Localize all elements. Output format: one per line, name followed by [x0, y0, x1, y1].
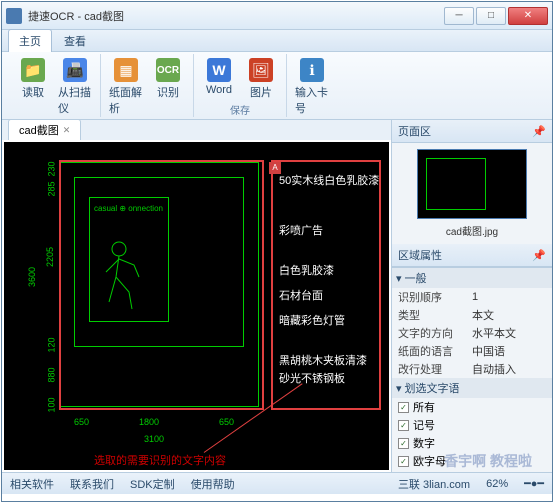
dim-h0: 650: [74, 417, 89, 427]
properties-grid: ▾一般 识别顺序1 类型本文 文字的方向水平本文 纸面的语言中国语 改行处理自动…: [392, 267, 552, 472]
check-row: ✓所有: [392, 398, 552, 416]
image-button[interactable]: 🖼图片: [242, 56, 280, 102]
ocr-icon: OCR: [156, 58, 180, 82]
checkbox[interactable]: ✓: [398, 420, 409, 431]
right-panel: 页面区 📌 cad截图.jpg 区域属性 📌 ▾一般 识别顺序1 类型本文 文字…: [392, 120, 552, 472]
label-6: 砂光不锈钢板: [279, 370, 345, 386]
dim-v3: 3600: [27, 267, 37, 287]
props-header: 区域属性 📌: [392, 244, 552, 267]
scanner-icon: 📠: [63, 58, 87, 82]
info-icon: ℹ: [300, 58, 324, 82]
status-sdk[interactable]: SDK定制: [130, 476, 175, 492]
tab-close-icon[interactable]: ✕: [63, 125, 71, 136]
prop-category[interactable]: ▾一般: [392, 268, 552, 288]
ocr-button[interactable]: OCR识别: [149, 56, 187, 102]
dim-h2: 650: [219, 417, 234, 427]
annotation-text: 选取的需要识别的文字内容: [94, 452, 226, 468]
tab-label: cad截图: [19, 122, 59, 138]
watermark: 香宇啊 教程啦: [444, 451, 532, 471]
group-save-label: 保存: [230, 102, 250, 119]
panel-pin-icon[interactable]: 📌: [532, 125, 546, 138]
dim-v2: 2205: [45, 247, 55, 267]
tabstrip: cad截图 ✕: [2, 120, 391, 140]
status-related[interactable]: 相关软件: [10, 476, 54, 492]
pages-header: 页面区 📌: [392, 120, 552, 143]
dim-h1: 1800: [139, 417, 159, 427]
workspace: cad截图 ✕ A casual ⊕ onnection 50实木: [2, 120, 552, 472]
dim-v5: 880: [47, 367, 57, 382]
document-tab[interactable]: cad截图 ✕: [8, 119, 81, 140]
image-icon: 🖼: [249, 58, 273, 82]
label-5: 黑胡桃木夹板清漆: [279, 352, 367, 368]
app-window: 捷速OCR - cad截图 ─ □ ✕ 主页 查看 📁读取 📠从扫描仪 打开 ▦…: [1, 1, 553, 502]
page-thumbnail[interactable]: [417, 149, 527, 219]
status-help[interactable]: 使用帮助: [191, 476, 235, 492]
canvas-pane: cad截图 ✕ A casual ⊕ onnection 50实木: [2, 120, 392, 472]
layout-icon: ▦: [114, 58, 138, 82]
zoom-slider-icon[interactable]: ━●━: [524, 477, 544, 490]
checkbox[interactable]: ✓: [398, 402, 409, 413]
word-icon: W: [207, 58, 231, 82]
checkbox[interactable]: ✓: [398, 456, 409, 467]
app-icon: [6, 8, 22, 24]
label-3: 石材台面: [279, 287, 323, 303]
dim-v6: 100: [47, 397, 57, 412]
status-contact[interactable]: 联系我们: [70, 476, 114, 492]
label-4: 暗藏彩色灯管: [279, 312, 345, 328]
close-button[interactable]: ✕: [508, 7, 548, 25]
menu-view[interactable]: 查看: [54, 30, 96, 52]
label-2: 白色乳胶漆: [279, 262, 334, 278]
scanner-button[interactable]: 📠从扫描仪: [56, 56, 94, 118]
cad-logo: casual ⊕ onnection: [94, 204, 163, 213]
ribbon: 📁读取 📠从扫描仪 打开 ▦纸面解析 OCR识别 识别 WWord 🖼图片 保存…: [2, 52, 552, 120]
prop-category[interactable]: ▾划选文字语: [392, 378, 552, 398]
panel-pin-icon[interactable]: 📌: [532, 249, 546, 262]
prop-row: 识别顺序1: [392, 288, 552, 306]
label-0: 50实木线白色乳胶漆: [279, 172, 379, 188]
thumbnail-area: cad截图.jpg: [392, 143, 552, 244]
cad-figure: [94, 237, 154, 317]
label-1: 彩喷广告: [279, 222, 323, 238]
prop-row: 改行处理自动插入: [392, 360, 552, 378]
status-source: 三联 3lian.com: [398, 476, 470, 492]
menu-home[interactable]: 主页: [8, 29, 52, 52]
menubar: 主页 查看: [2, 30, 552, 52]
prop-row: 纸面的语言中国语: [392, 342, 552, 360]
read-button[interactable]: 📁读取: [14, 56, 52, 102]
thumbnail-label: cad截图.jpg: [398, 223, 546, 238]
prop-row: 类型本文: [392, 306, 552, 324]
check-row: ✓记号: [392, 416, 552, 434]
minimize-button[interactable]: ─: [444, 7, 474, 25]
check-row: ✓数字: [392, 434, 552, 452]
dim-v0: 230: [47, 161, 57, 176]
cad-canvas[interactable]: A casual ⊕ onnection 50实木线白色乳胶漆 彩喷广告 白色乳…: [4, 142, 389, 470]
dim-h3: 3100: [144, 434, 164, 444]
dim-v1: 285: [47, 181, 57, 196]
zoom-level[interactable]: 62%: [486, 478, 508, 490]
word-button[interactable]: WWord: [200, 56, 238, 98]
parse-button[interactable]: ▦纸面解析: [107, 56, 145, 118]
checkbox[interactable]: ✓: [398, 438, 409, 449]
dim-v4: 120: [47, 337, 57, 352]
maximize-button[interactable]: □: [476, 7, 506, 25]
card-button[interactable]: ℹ输入卡号: [293, 56, 331, 118]
folder-icon: 📁: [21, 58, 45, 82]
prop-row: 文字的方向水平本文: [392, 324, 552, 342]
statusbar: 相关软件 联系我们 SDK定制 使用帮助 三联 3lian.com 62% ━●…: [2, 472, 552, 494]
selection-outer[interactable]: [59, 160, 264, 410]
titlebar: 捷速OCR - cad截图 ─ □ ✕: [2, 2, 552, 30]
window-title: 捷速OCR - cad截图: [28, 8, 444, 24]
